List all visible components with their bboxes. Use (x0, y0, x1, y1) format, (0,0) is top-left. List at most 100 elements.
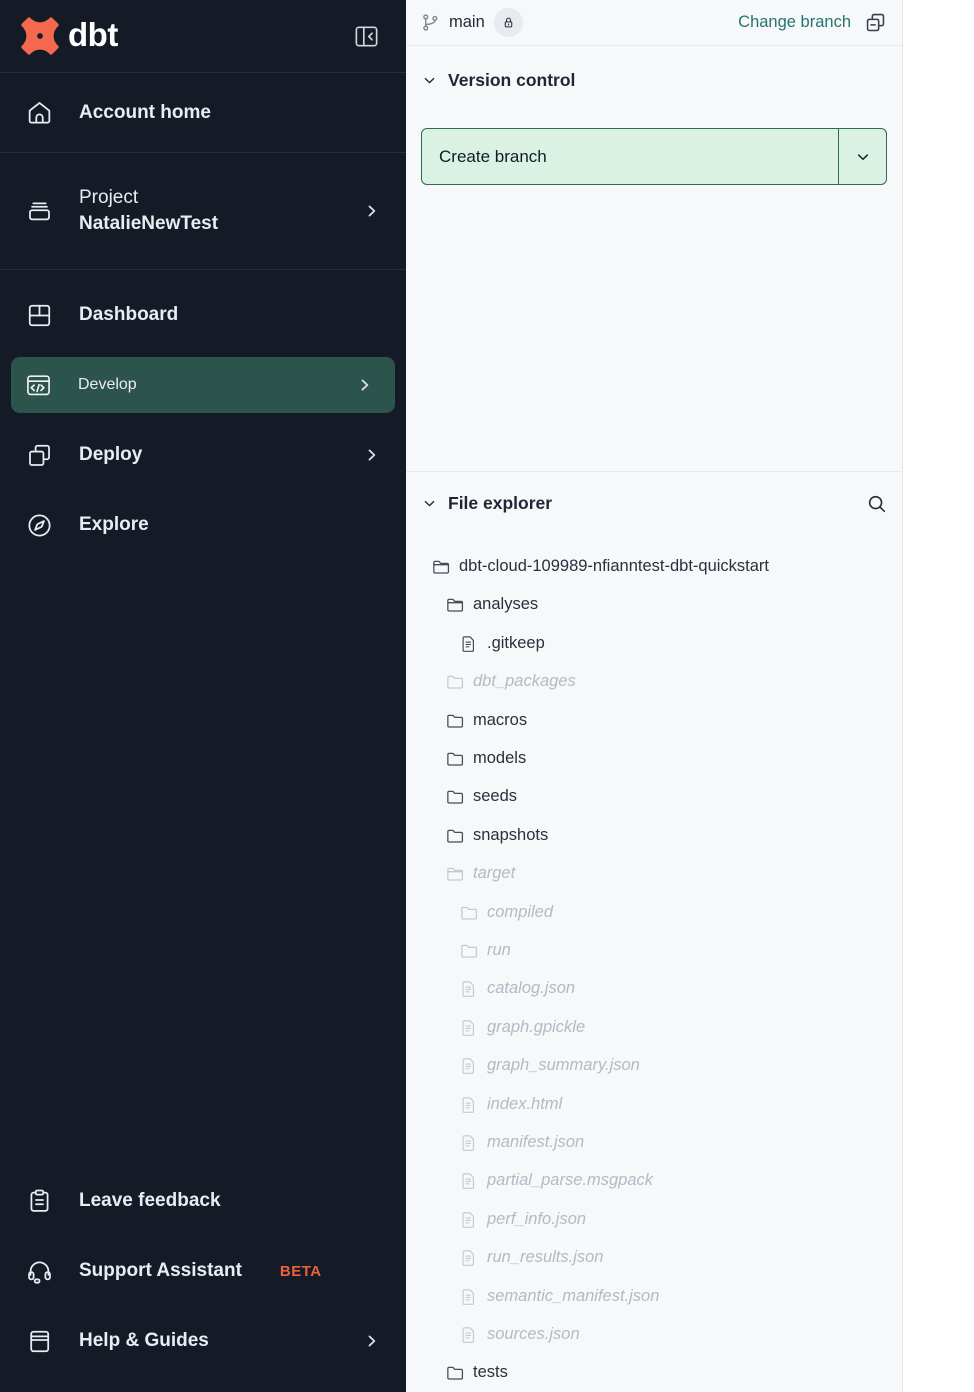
sidebar-item-label: Deploy (79, 444, 142, 466)
tree-item-label: macros (473, 711, 527, 730)
develop-code-window-icon (23, 371, 53, 400)
tree-item-graph_summary.json[interactable]: graph_summary.json (421, 1046, 887, 1084)
folder-open-icon (445, 864, 464, 883)
chevron-down-icon[interactable] (421, 72, 438, 89)
lock-icon (501, 15, 516, 30)
tree-item-seeds[interactable]: seeds (421, 778, 887, 816)
develop-side-panel: main Change branch Version control (406, 0, 903, 1392)
sidebar-footer: Leave feedback Support Assistant BETA He… (0, 1166, 406, 1392)
dbt-logo[interactable]: dbt (21, 17, 118, 55)
file-icon (459, 1248, 478, 1267)
sidebar-item-support-assistant[interactable]: Support Assistant BETA (0, 1236, 406, 1306)
tree-item-label: .gitkeep (487, 634, 545, 653)
tree-item-run_results.json[interactable]: run_results.json (421, 1238, 887, 1276)
tree-item-label: graph.gpickle (487, 1018, 585, 1037)
sidebar-item-develop-wrap: Develop (0, 350, 406, 420)
tree-item-analyses[interactable]: analyses (421, 586, 887, 624)
project-name: NatalieNewTest (79, 213, 218, 236)
tree-item-label: semantic_manifest.json (487, 1287, 659, 1306)
headset-icon (24, 1257, 54, 1286)
chevron-right-icon (362, 445, 382, 465)
home-icon (24, 98, 54, 127)
file-explorer-header: File explorer (421, 472, 887, 514)
tree-item-tests[interactable]: tests (421, 1354, 887, 1392)
tree-item-label: dbt-cloud-109989-nfianntest-dbt-quicksta… (459, 557, 769, 576)
folder-icon (445, 711, 464, 730)
tree-item-label: snapshots (473, 826, 548, 845)
sidebar-item-leave-feedback[interactable]: Leave feedback (0, 1166, 406, 1236)
branch-topbar: main Change branch (406, 0, 902, 46)
right-gutter (903, 0, 974, 1392)
folder-icon (445, 1363, 464, 1382)
tree-item-catalog.json[interactable]: catalog.json (421, 970, 887, 1008)
file-icon (459, 1056, 478, 1075)
file-icon (459, 1095, 478, 1114)
sidebar-item-project[interactable]: Project NatalieNewTest (0, 153, 406, 270)
tree-item-perf_info.json[interactable]: perf_info.json (421, 1200, 887, 1238)
create-branch-dropdown[interactable] (839, 129, 886, 184)
tree-item-macros[interactable]: macros (421, 701, 887, 739)
tree-item-label: tests (473, 1363, 508, 1382)
tree-item-label: models (473, 749, 526, 768)
chevron-right-icon (362, 201, 382, 221)
create-branch-button[interactable]: Create branch (422, 129, 838, 184)
tree-item-graph.gpickle[interactable]: graph.gpickle (421, 1008, 887, 1046)
sidebar-item-account-home[interactable]: Account home (0, 73, 406, 153)
folder-icon (459, 941, 478, 960)
file-icon (459, 1018, 478, 1037)
sidebar-item-label: Account home (79, 102, 211, 124)
tree-item-label: partial_parse.msgpack (487, 1171, 653, 1190)
project-label-group: Project NatalieNewTest (79, 187, 218, 236)
tree-item-label: analyses (473, 595, 538, 614)
tree-item-index.html[interactable]: index.html (421, 1085, 887, 1123)
tree-item-compiled[interactable]: compiled (421, 893, 887, 931)
create-branch-split-button: Create branch (421, 128, 887, 185)
sidebar-item-dashboard[interactable]: Dashboard (0, 280, 406, 350)
tree-item-label: run_results.json (487, 1248, 603, 1267)
sidebar-item-explore[interactable]: Explore (0, 490, 406, 560)
collapse-sidebar-icon[interactable] (353, 23, 380, 50)
folder-icon (445, 672, 464, 691)
change-branch-link[interactable]: Change branch (738, 13, 851, 32)
dashboard-icon (24, 301, 54, 330)
file-icon (459, 1133, 478, 1152)
sidebar-item-deploy[interactable]: Deploy (0, 420, 406, 490)
tree-item-label: catalog.json (487, 979, 575, 998)
sidebar: dbt Account home Proj (0, 0, 406, 1392)
file-icon (459, 1171, 478, 1190)
tree-item-dbt_packages[interactable]: dbt_packages (421, 663, 887, 701)
logo-text: dbt (68, 18, 118, 55)
sidebar-nav: Account home Project NatalieNewTest (0, 73, 406, 560)
file-icon (459, 634, 478, 653)
explore-compass-icon (24, 511, 54, 540)
file-icon (459, 1210, 478, 1229)
tree-item-manifest.json[interactable]: manifest.json (421, 1123, 887, 1161)
file-icon (459, 1325, 478, 1344)
file-tree: dbt-cloud-109989-nfianntest-dbt-quicksta… (421, 547, 887, 1392)
tree-item-.gitkeep[interactable]: .gitkeep (421, 624, 887, 662)
tree-item-target[interactable]: target (421, 855, 887, 893)
sidebar-item-label: Develop (78, 376, 137, 394)
tree-item-sources.json[interactable]: sources.json (421, 1315, 887, 1353)
chevron-right-icon (355, 375, 375, 395)
search-icon[interactable] (866, 493, 887, 514)
chevron-down-icon[interactable] (421, 495, 438, 512)
sidebar-item-help-guides[interactable]: Help & Guides (0, 1306, 406, 1376)
tree-item-models[interactable]: models (421, 739, 887, 777)
folder-icon (459, 903, 478, 922)
dbt-logo-icon (21, 17, 59, 55)
sidebar-item-label: Help & Guides (79, 1330, 209, 1352)
tree-item-partial_parse.msgpack[interactable]: partial_parse.msgpack (421, 1162, 887, 1200)
tree-item-run[interactable]: run (421, 931, 887, 969)
tree-item-label: dbt_packages (473, 672, 576, 691)
tree-item-semantic_manifest.json[interactable]: semantic_manifest.json (421, 1277, 887, 1315)
sidebar-item-develop[interactable]: Develop (11, 357, 395, 413)
tree-item-label: manifest.json (487, 1133, 584, 1152)
copy-icon[interactable] (864, 11, 887, 34)
tree-item-label: graph_summary.json (487, 1056, 640, 1075)
tree-item-dbt-cloud-109989-nfianntest-dbt-quickstart[interactable]: dbt-cloud-109989-nfianntest-dbt-quicksta… (421, 547, 887, 585)
git-branch-icon (421, 13, 440, 32)
folder-icon (445, 749, 464, 768)
tree-item-label: sources.json (487, 1325, 580, 1344)
tree-item-snapshots[interactable]: snapshots (421, 816, 887, 854)
